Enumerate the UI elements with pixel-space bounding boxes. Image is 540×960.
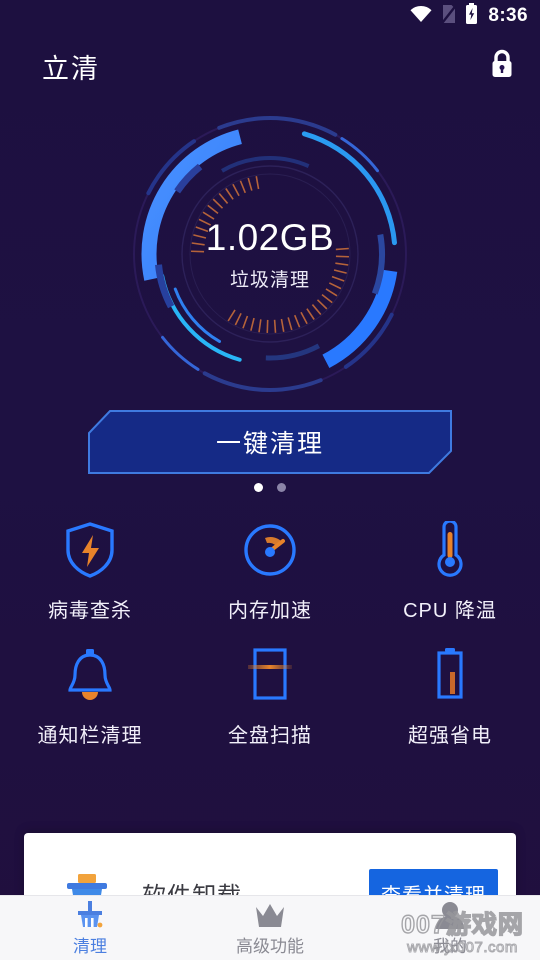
tile-label: 全盘扫描 [228,725,312,747]
title-bar: 立清 [0,32,540,100]
wifi-icon [409,5,433,28]
app-root: 8:36 立清 1.02GB 垃圾清理 一键清理 病毒查杀 内存加速 CPU 降… [0,0,540,960]
broom-icon [75,899,105,929]
battery-icon [431,645,469,705]
tile-label: 超强省电 [408,725,492,747]
tile-power-save[interactable]: 超强省电 [360,645,540,748]
page-title: 立清 [42,53,100,84]
tile-label: 病毒查杀 [48,600,132,622]
tile-memory-boost[interactable]: 内存加速 [180,520,360,623]
nav-label: 高级功能 [236,937,304,956]
scan-rectangle-icon [247,645,293,705]
tile-full-scan[interactable]: 全盘扫描 [180,645,360,748]
one-tap-clean-button[interactable] [88,410,452,474]
speedometer-icon [243,520,297,580]
shield-virus-icon [63,520,117,580]
storage-gauge: 1.02GB 垃圾清理 [0,108,540,400]
crown-icon [254,899,286,929]
feature-grid: 病毒查杀 内存加速 CPU 降温 通知栏清理 全盘扫描 超强省电 [0,520,540,748]
nav-label: 清理 [73,937,107,956]
carousel-dot-2[interactable] [277,483,286,492]
nav-item-advanced[interactable]: 高级功能 [180,896,360,960]
junk-size-caption: 垃圾清理 [229,269,310,291]
status-bar: 8:36 [0,0,540,32]
tile-virus-scan[interactable]: 病毒查杀 [0,520,180,623]
sim-card-off-icon [441,4,458,29]
bottom-navigation: 清理 高级功能 我的 [0,895,540,960]
nav-item-profile[interactable]: 我的 [360,896,540,960]
battery-charging-icon [465,3,478,29]
nav-item-clean[interactable]: 清理 [0,896,180,960]
carousel-dots[interactable] [0,483,540,492]
junk-size-value: 1.02GB [205,216,335,258]
lock-icon[interactable] [486,46,518,87]
gauge-center-readout: 1.02GB 垃圾清理 [125,109,415,399]
nav-label: 我的 [433,937,467,956]
tile-notification-clean[interactable]: 通知栏清理 [0,645,180,748]
tile-label: CPU 降温 [403,600,497,622]
carousel-dot-1[interactable] [254,483,263,492]
thermometer-icon [430,520,470,580]
bell-icon [64,645,116,705]
status-time: 8:36 [488,5,528,26]
tile-label: 通知栏清理 [37,725,143,747]
tile-label: 内存加速 [228,600,312,622]
person-icon [435,899,465,929]
tile-cpu-cooling[interactable]: CPU 降温 [360,520,540,623]
